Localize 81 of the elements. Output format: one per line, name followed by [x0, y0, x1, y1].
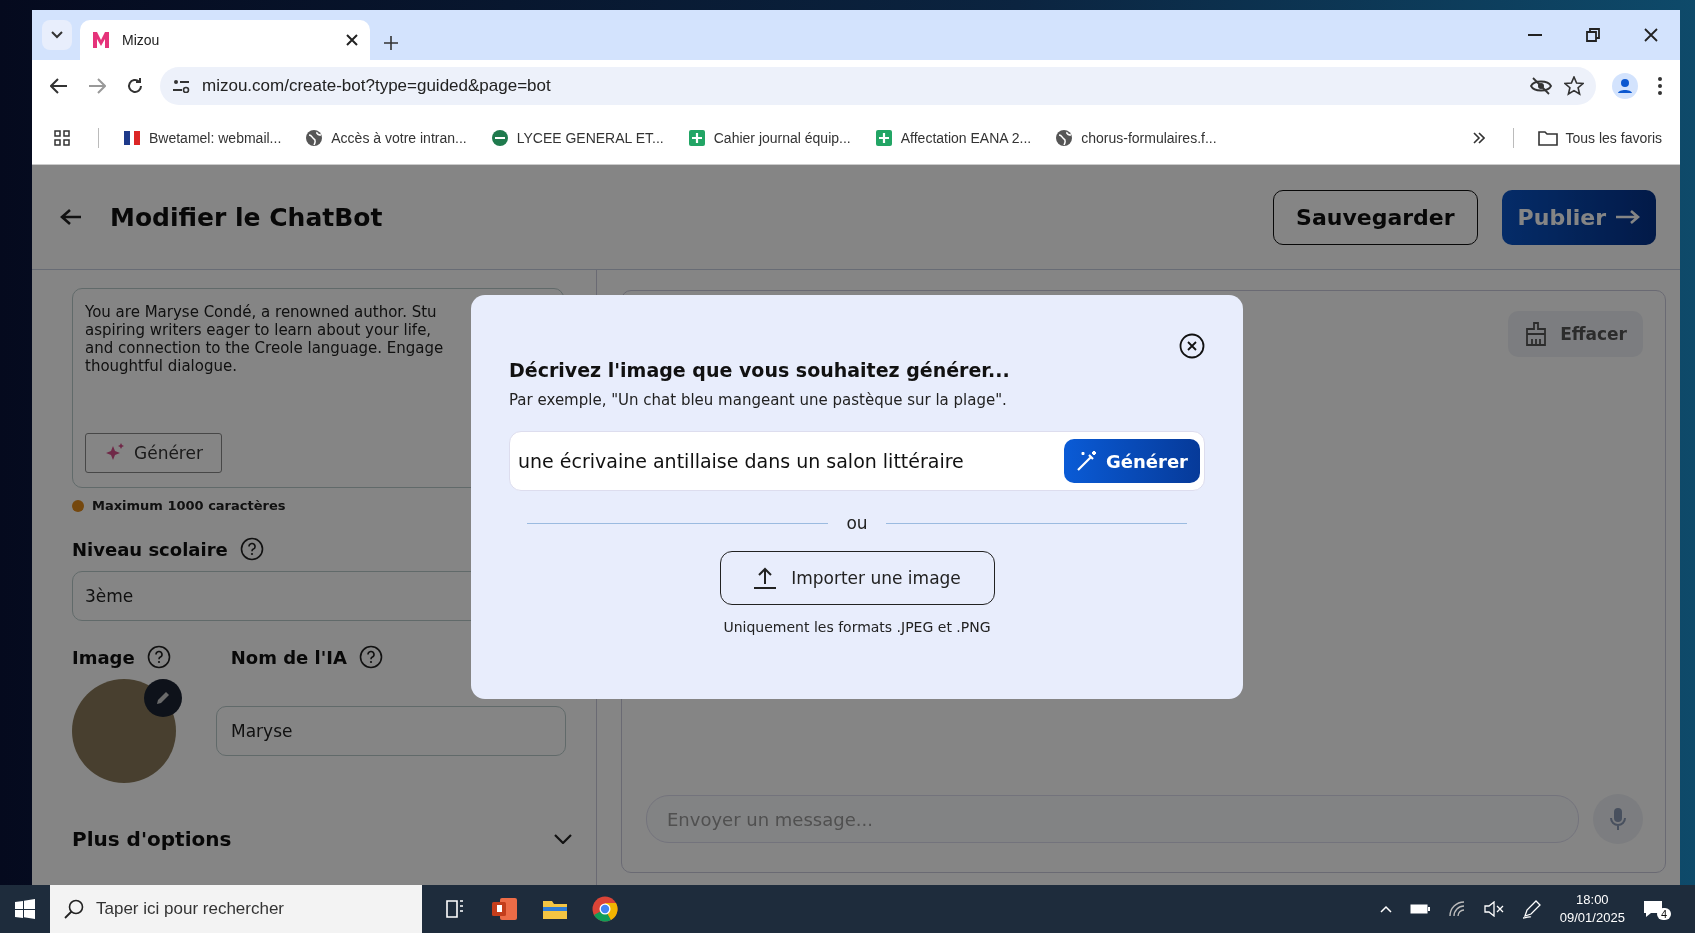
grade-label: Niveau scolaire — [72, 538, 228, 560]
pen-icon[interactable] — [1521, 899, 1542, 919]
plus-sheet-icon — [687, 129, 706, 147]
speaker-muted-icon[interactable] — [1483, 901, 1504, 917]
task-view-icon — [445, 899, 465, 919]
flag-icon — [123, 129, 141, 147]
page-title: Modifier le ChatBot — [110, 202, 384, 232]
broom-icon — [1524, 322, 1549, 346]
pencil-icon — [155, 690, 171, 706]
publish-button[interactable]: Publier — [1501, 189, 1656, 245]
info-dot-icon — [72, 499, 84, 512]
help-icon[interactable] — [358, 645, 383, 669]
instruction-line: and connection to the Creole language. Engage — [85, 339, 445, 357]
bookmark[interactable]: LYCEE GENERAL ET... — [490, 129, 664, 147]
instruction-line: You are Maryse Condé, a renowned author. Stu — [85, 303, 438, 321]
tab-menu-button[interactable] — [42, 20, 72, 50]
upload-image-button[interactable]: Importer une image — [719, 551, 995, 605]
plus-sheet-icon — [874, 129, 893, 147]
m-logo-icon — [92, 31, 112, 49]
bookmark[interactable]: Accès à votre intran... — [305, 129, 467, 147]
restore-icon — [1586, 28, 1600, 42]
folder-icon — [1537, 130, 1558, 146]
prompt-field[interactable]: une écrivaine antillaise dans un salon littéraire Générer — [509, 431, 1205, 491]
bookmark[interactable]: Cahier journal équip... — [687, 129, 851, 147]
reload-icon — [126, 77, 144, 95]
circle-badge-icon — [490, 129, 509, 147]
magic-wand-icon — [1076, 450, 1099, 472]
eye-slash-icon[interactable] — [1530, 77, 1552, 95]
taskbar-clock[interactable]: 18:00 09/01/2025 — [1559, 891, 1625, 927]
circle-logo-icon — [592, 896, 618, 922]
plus-icon — [384, 36, 398, 50]
instruction-line: aspiring writers eager to learn about your life, — [85, 321, 433, 339]
bookmark[interactable]: Affectation EANA 2... — [874, 129, 1032, 147]
microphone-icon — [1610, 807, 1626, 831]
edit-avatar-button[interactable] — [144, 679, 182, 717]
back-arrow-icon — [50, 78, 68, 94]
site-settings-icon — [172, 79, 190, 93]
globe-icon — [1055, 129, 1074, 147]
separator-text: ou — [846, 513, 868, 533]
help-icon[interactable] — [146, 645, 171, 669]
more-options-toggle[interactable]: Plus d'options — [72, 827, 572, 851]
generate-button[interactable]: Générer — [85, 433, 222, 473]
chevron-down-icon — [51, 31, 63, 39]
battery-icon[interactable] — [1409, 904, 1430, 914]
windows-logo-icon — [15, 899, 35, 919]
forward-arrow-icon — [88, 78, 106, 94]
menu-icon — [1658, 77, 1662, 95]
generate-button[interactable]: Générer — [1064, 439, 1200, 483]
all-bookmarks-folder[interactable]: Tous les favoris — [1537, 130, 1662, 146]
globe-icon — [305, 129, 324, 147]
bookmark[interactable]: Bwetamel: webmail... — [123, 129, 282, 147]
person-icon — [1612, 73, 1638, 99]
folder-icon — [542, 898, 568, 920]
save-button[interactable]: Sauvegarder — [1273, 189, 1478, 245]
close-icon — [346, 34, 358, 46]
wifi-icon[interactable] — [1447, 901, 1466, 917]
double-chevron-icon — [1472, 132, 1485, 144]
ai-name-field[interactable]: Maryse — [216, 706, 566, 756]
right-arrow-icon — [1616, 210, 1640, 224]
upload-icon — [753, 566, 778, 590]
close-button[interactable] — [1179, 333, 1205, 359]
search-icon — [64, 899, 84, 919]
close-circle-icon — [1179, 333, 1205, 359]
help-icon[interactable] — [239, 537, 264, 561]
notifications-button[interactable]: 4 — [1642, 898, 1671, 920]
bookmark[interactable]: chorus-formulaires.f... — [1055, 129, 1217, 147]
ai-name-label: Nom de l'IA — [230, 646, 347, 668]
minimize-icon — [1528, 34, 1542, 36]
browser-tab[interactable]: Mizou — [80, 20, 370, 60]
caret-up-icon[interactable] — [1379, 905, 1392, 913]
slides-icon — [492, 897, 518, 921]
image-label: Image — [72, 646, 135, 668]
address-bar[interactable]: mizou.com/create-bot?type=guided&page=bot — [160, 67, 1596, 105]
formats-note: Uniquement les formats .JPEG et .PNG — [723, 619, 991, 635]
chevron-down-icon — [554, 834, 572, 844]
taskbar-search-field[interactable]: Taper ici pour rechercher — [50, 885, 422, 933]
close-icon — [1644, 28, 1658, 42]
grid-icon — [54, 130, 70, 146]
character-limit-note: Maximum 1000 caractères — [92, 498, 286, 513]
back-arrow-icon — [60, 208, 82, 226]
star-icon[interactable] — [1564, 76, 1584, 96]
